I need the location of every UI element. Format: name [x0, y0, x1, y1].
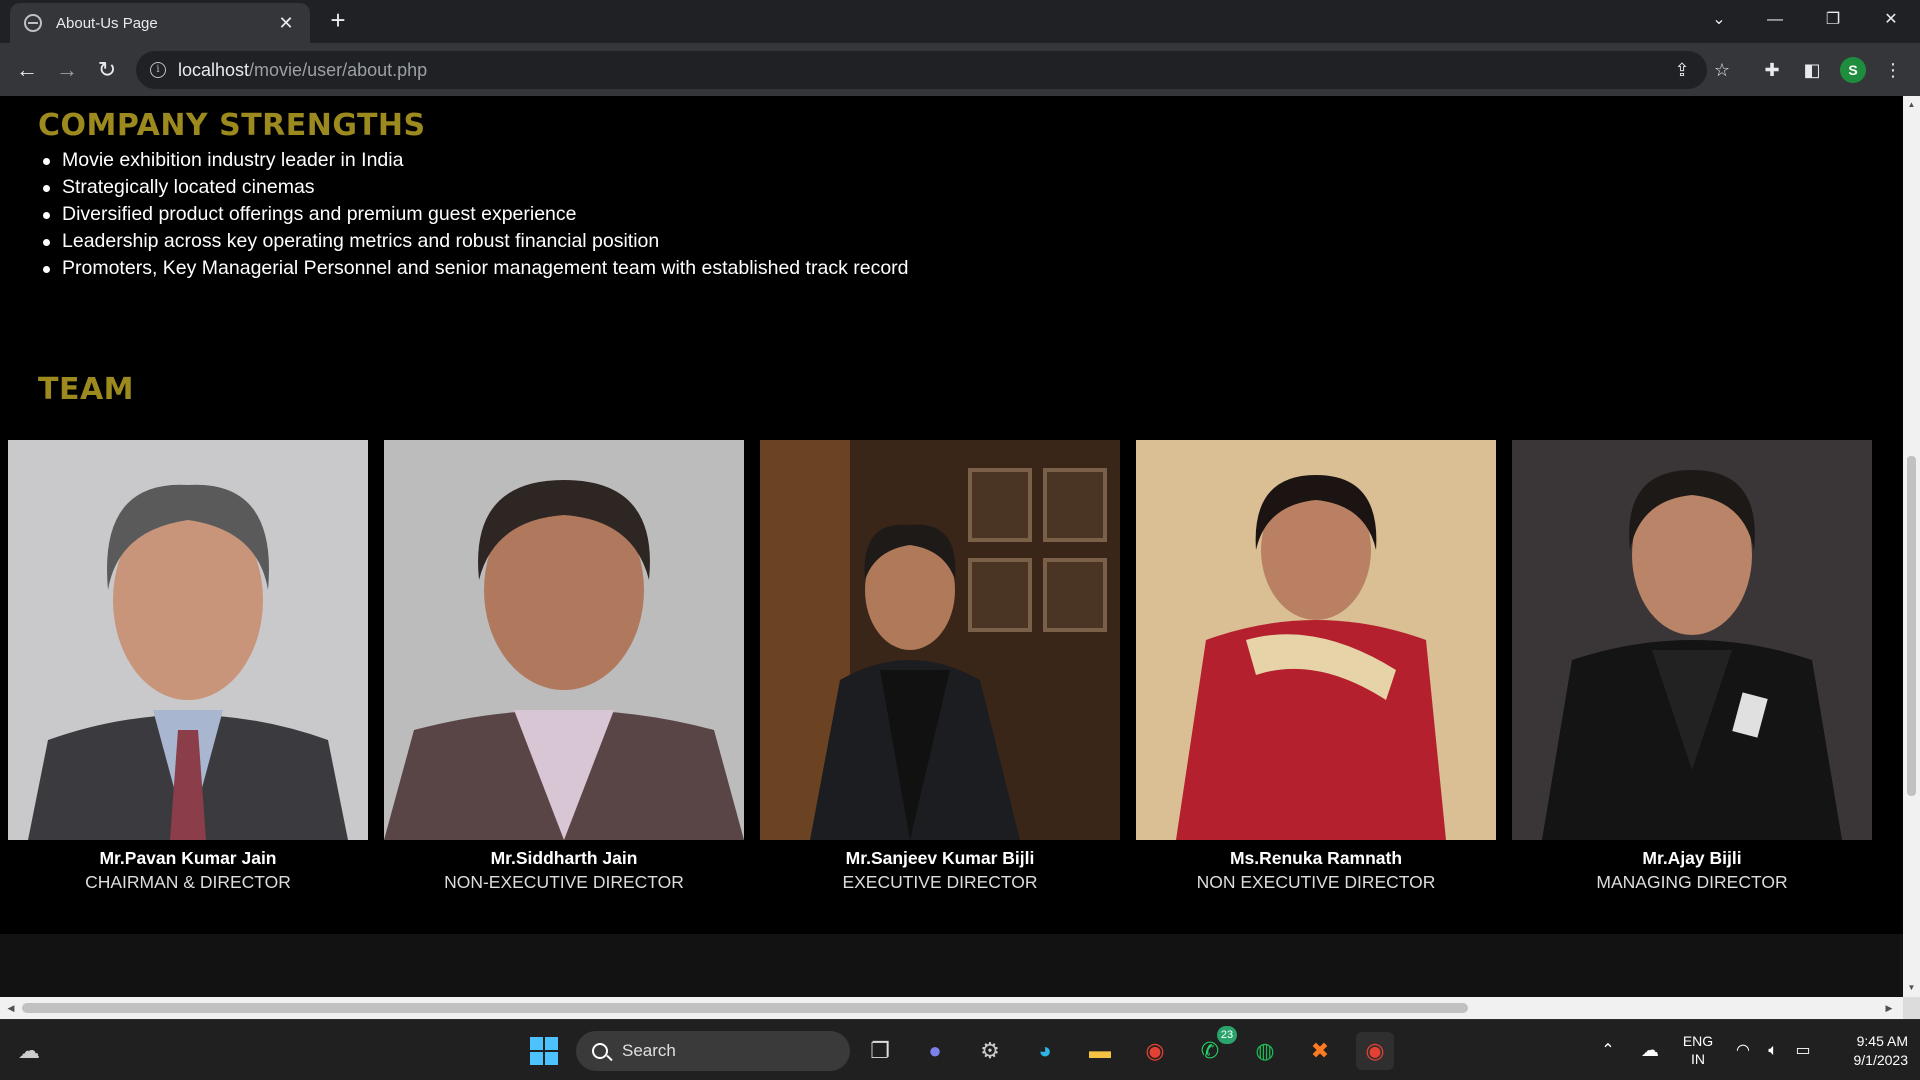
address-bar[interactable]: i localhost/movie/user/about.php ⇪ ☆ — [136, 51, 1730, 89]
search-label: Search — [622, 1041, 676, 1060]
team-member-name: Mr.Sanjeev Kumar Bijli — [845, 848, 1035, 868]
tab-title: About-Us Page — [56, 14, 158, 32]
volume-icon[interactable]: 🔈︎ — [1760, 1020, 1786, 1080]
share-icon[interactable]: ⇪ — [1671, 59, 1693, 81]
url-host: localhost — [178, 59, 250, 80]
chrome-active-icon[interactable]: ◉ — [1356, 1032, 1394, 1070]
close-window-button[interactable]: ✕ — [1871, 0, 1911, 40]
team-heading: TEAM — [38, 372, 135, 407]
url-path: /movie/user/about.php — [249, 59, 428, 80]
taskbar-search-box[interactable]: Search — [576, 1031, 850, 1071]
team-photo-sanjeev — [760, 440, 1120, 840]
strength-item: Promoters, Key Managerial Personnel and … — [43, 255, 909, 282]
onedrive-cloud-icon[interactable]: ☁ — [1636, 1020, 1664, 1080]
language-indicator[interactable]: ENG IN — [1680, 1020, 1716, 1080]
extensions-puzzle-icon[interactable]: ✚ — [1759, 57, 1785, 83]
page-viewport: COMPANY STRENGTHS Movie exhibition indus… — [0, 96, 1903, 997]
clock-time: 9:45 AM — [1856, 1033, 1908, 1049]
close-tab-icon[interactable]: ✕ — [276, 13, 296, 34]
teams-chat-icon[interactable]: ● — [916, 1032, 954, 1070]
clock[interactable]: 9:45 AM 9/1/2023 — [1830, 1020, 1909, 1080]
menu-kebab-icon[interactable]: ⋮ — [1880, 57, 1906, 83]
team-member-role: NON EXECUTIVE DIRECTOR — [1196, 872, 1436, 892]
horizontal-scrollbar[interactable]: ◀ ▶ — [0, 997, 1903, 1019]
team-card: Mr.Sanjeev Kumar Bijli EXECUTIVE DIRECTO… — [760, 440, 1120, 893]
team-card: Ms.Renuka Ramnath NON EXECUTIVE DIRECTOR — [1136, 440, 1496, 893]
task-view-icon[interactable]: ❐ — [861, 1032, 899, 1070]
new-tab-button[interactable]: + — [324, 6, 352, 34]
team-member-name: Ms.Renuka Ramnath — [1229, 848, 1403, 868]
team-photo-pavan — [8, 440, 368, 840]
show-hidden-icons-chevron-icon[interactable]: ⌃ — [1596, 1020, 1620, 1080]
vertical-scroll-thumb[interactable] — [1907, 456, 1916, 796]
restore-button[interactable]: ❐ — [1813, 0, 1853, 40]
spotify-icon[interactable]: ◍ — [1246, 1032, 1284, 1070]
file-explorer-icon[interactable]: ▬ — [1081, 1032, 1119, 1070]
weather-cloud-icon[interactable]: ☁ — [10, 1032, 48, 1070]
minimize-button[interactable]: — — [1755, 0, 1795, 40]
footer-band — [0, 934, 1903, 997]
browser-tab[interactable]: About-Us Page ✕ — [10, 3, 310, 43]
site-info-icon[interactable]: i — [150, 62, 166, 78]
region-code: IN — [1691, 1051, 1705, 1067]
vertical-scrollbar[interactable]: ▲ ▼ — [1903, 96, 1920, 997]
chrome-icon[interactable]: ◉ — [1136, 1032, 1174, 1070]
strength-item: Movie exhibition industry leader in Indi… — [43, 147, 909, 174]
wifi-icon[interactable]: ◠ — [1730, 1020, 1756, 1080]
strengths-list: Movie exhibition industry leader in Indi… — [43, 147, 909, 282]
team-member-name: Mr.Ajay Bijli — [1642, 848, 1742, 868]
language-code: ENG — [1682, 1033, 1714, 1049]
team-photo-renuka — [1136, 440, 1496, 840]
team-grid: Mr.Pavan Kumar Jain CHAIRMAN & DIRECTOR … — [8, 440, 1872, 892]
globe-icon — [24, 14, 42, 32]
browser-tab-bar: About-Us Page ✕ + ⌄ — ❐ ✕ — [0, 0, 1920, 43]
strength-item: Strategically located cinemas — [43, 174, 909, 201]
team-card: Mr.Pavan Kumar Jain CHAIRMAN & DIRECTOR — [8, 440, 368, 893]
windows-start-icon[interactable] — [525, 1032, 563, 1070]
scroll-right-arrow-icon[interactable]: ▶ — [1882, 1001, 1896, 1015]
team-photo-siddharth — [384, 440, 744, 840]
taskbar: ☁ Search ❐ ● ⚙ ◕ ▬ ◉ ✆ 23 ◍ ✖ ◉ ⌃ ☁ ENG … — [0, 1019, 1920, 1080]
team-member-name: Mr.Siddharth Jain — [490, 848, 638, 868]
company-strengths-heading: COMPANY STRENGTHS — [38, 108, 426, 143]
profile-avatar[interactable]: S — [1840, 57, 1866, 83]
reload-icon[interactable]: ↻ — [92, 55, 122, 85]
browser-toolbar: ← → ↻ i localhost/movie/user/about.php ⇪… — [0, 43, 1920, 96]
forward-arrow-icon[interactable]: → — [52, 55, 82, 85]
team-member-role: MANAGING DIRECTOR — [1596, 872, 1788, 892]
settings-gear-icon[interactable]: ⚙ — [971, 1032, 1009, 1070]
scrollbar-corner — [1903, 997, 1920, 1019]
back-arrow-icon[interactable]: ← — [12, 55, 42, 85]
horizontal-scroll-thumb[interactable] — [22, 1003, 1468, 1013]
side-panel-icon[interactable]: ◧ — [1799, 57, 1825, 83]
team-member-role: EXECUTIVE DIRECTOR — [842, 872, 1038, 892]
tab-search-chevron-icon[interactable]: ⌄ — [1699, 0, 1739, 40]
team-photo-ajay — [1512, 440, 1872, 840]
strength-item: Diversified product offerings and premiu… — [43, 201, 909, 228]
team-member-role: NON-EXECUTIVE DIRECTOR — [444, 872, 684, 892]
team-card: Mr.Siddharth Jain NON-EXECUTIVE DIRECTOR — [384, 440, 744, 893]
scroll-left-arrow-icon[interactable]: ◀ — [4, 1001, 18, 1015]
clock-date: 9/1/2023 — [1853, 1052, 1909, 1068]
scroll-down-arrow-icon[interactable]: ▼ — [1903, 981, 1920, 995]
xampp-icon[interactable]: ✖ — [1301, 1032, 1339, 1070]
team-member-role: CHAIRMAN & DIRECTOR — [85, 872, 291, 892]
edge-browser-icon[interactable]: ◕ — [1026, 1032, 1064, 1070]
strength-item: Leadership across key operating metrics … — [43, 228, 909, 255]
team-card: Mr.Ajay Bijli MANAGING DIRECTOR — [1512, 440, 1872, 893]
bookmark-star-icon[interactable]: ☆ — [1711, 59, 1733, 81]
scroll-up-arrow-icon[interactable]: ▲ — [1903, 98, 1920, 112]
search-icon — [592, 1043, 608, 1059]
team-member-name: Mr.Pavan Kumar Jain — [99, 848, 277, 868]
whatsapp-unread-badge: 23 — [1217, 1026, 1237, 1044]
battery-icon[interactable]: ▭ — [1790, 1020, 1816, 1080]
whatsapp-icon[interactable]: ✆ 23 — [1191, 1026, 1237, 1070]
